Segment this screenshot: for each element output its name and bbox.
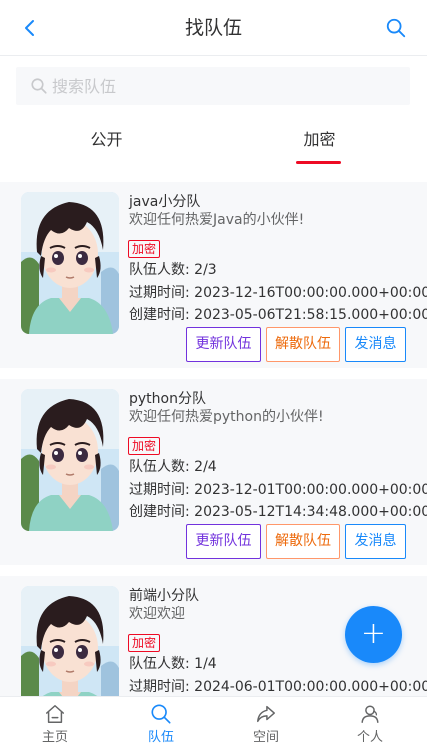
tabbar-item-space[interactable]: 空间 <box>213 697 319 751</box>
team-name: python分队 <box>129 391 206 407</box>
team-create-time: 创建时间: 2023-05-06T21:58:15.000+00:00 <box>129 307 427 323</box>
home-icon <box>46 705 64 723</box>
disband-team-button[interactable]: 解散队伍 <box>266 524 340 559</box>
team-description: 欢迎任何热爱python的小伙伴! <box>129 409 324 425</box>
team-name: java小分队 <box>129 194 201 210</box>
tabbar-label: 队伍 <box>147 730 174 745</box>
team-expire-time: 过期时间: 2023-12-01T00:00:00.000+00:00 <box>129 482 427 498</box>
team-card[interactable]: python分队 欢迎任何热爱python的小伙伴! 加密 队伍人数: 2/4 … <box>0 379 427 565</box>
search-input[interactable] <box>52 67 392 105</box>
team-members: 队伍人数: 1/4 <box>129 656 217 672</box>
search-icon[interactable] <box>385 17 407 39</box>
status-badge: 加密 <box>128 437 161 455</box>
team-name: 前端小分队 <box>129 588 199 604</box>
tabbar-item-profile[interactable]: 个人 <box>317 697 423 751</box>
search-box[interactable] <box>16 67 410 105</box>
team-expire-time: 过期时间: 2024-06-01T00:00:00.000+00:00 <box>129 679 427 695</box>
tab-public[interactable]: 公开 <box>0 114 213 166</box>
team-members: 队伍人数: 2/3 <box>129 262 217 278</box>
send-message-button[interactable]: 发消息 <box>345 524 406 559</box>
team-members: 队伍人数: 2/4 <box>129 459 217 475</box>
tab-active-indicator <box>296 161 341 164</box>
team-card[interactable]: java小分队 欢迎任何热爱Java的小伙伴! 加密 队伍人数: 2/3 过期时… <box>0 182 427 368</box>
search-icon <box>31 78 47 94</box>
nav-bar: 找队伍 <box>0 0 427 56</box>
team-description: 欢迎欢迎 <box>129 606 185 622</box>
team-avatar <box>21 586 119 696</box>
bottom-tabbar: 主页 队伍 空间 个人 <box>0 696 427 751</box>
add-team-button[interactable]: + <box>345 606 402 663</box>
tab-encrypted[interactable]: 加密 <box>213 114 426 166</box>
search-icon <box>151 704 171 724</box>
tabbar-label: 主页 <box>41 730 68 745</box>
tabbar-item-home[interactable]: 主页 <box>2 697 108 751</box>
team-avatar <box>21 192 119 334</box>
team-expire-time: 过期时间: 2023-12-16T00:00:00.000+00:00 <box>129 285 427 301</box>
send-message-button[interactable]: 发消息 <box>345 327 406 362</box>
plus-icon: + <box>360 616 387 651</box>
update-team-button[interactable]: 更新队伍 <box>186 524 261 559</box>
tabbar-label: 个人 <box>356 730 383 745</box>
team-create-time: 创建时间: 2023-05-12T14:34:48.000+00:00 <box>129 504 427 520</box>
team-tabs: 公开 加密 <box>0 114 427 182</box>
disband-team-button[interactable]: 解散队伍 <box>266 327 340 362</box>
user-icon <box>361 705 379 723</box>
share-icon <box>257 705 275 723</box>
search-bar <box>0 56 427 114</box>
page-title: 找队伍 <box>184 17 242 39</box>
tabbar-label: 空间 <box>252 730 279 745</box>
team-avatar <box>21 389 119 531</box>
status-badge: 加密 <box>128 634 161 652</box>
status-badge: 加密 <box>128 240 161 258</box>
tabbar-item-team[interactable]: 队伍 <box>108 697 214 751</box>
update-team-button[interactable]: 更新队伍 <box>186 327 261 362</box>
team-description: 欢迎任何热爱Java的小伙伴! <box>129 212 305 228</box>
